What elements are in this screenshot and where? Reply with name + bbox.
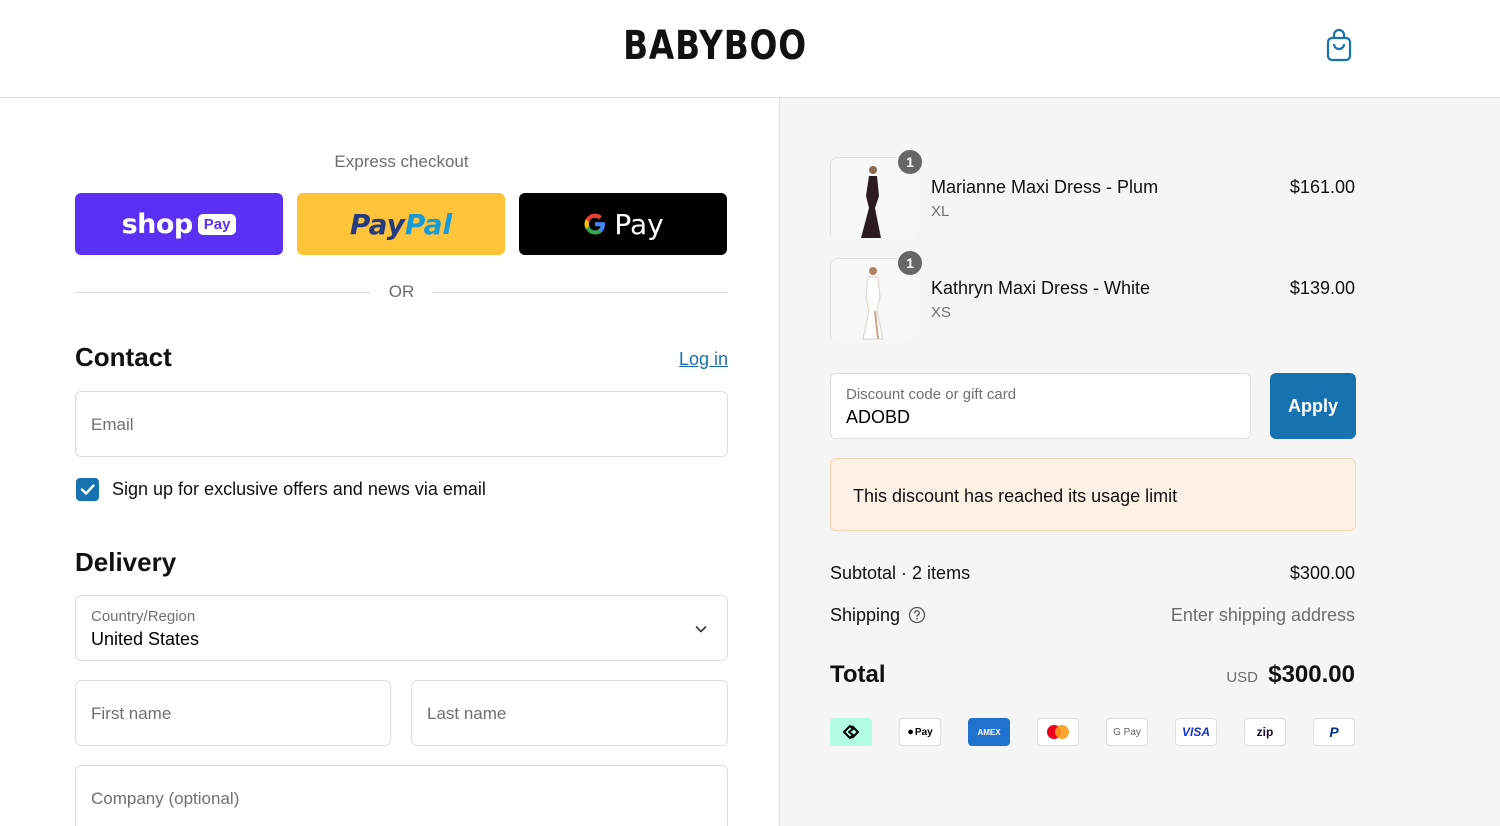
country-label: Country/Region (91, 608, 196, 625)
zip-icon: zip (1244, 718, 1286, 746)
email-placeholder: Email (91, 415, 134, 434)
country-value: United States (91, 629, 200, 649)
google-pay-button[interactable]: Pay (519, 193, 727, 255)
discount-label: Discount code or gift card (846, 386, 1017, 403)
paypal-icon: P (1313, 718, 1355, 746)
total-currency: USD (1226, 669, 1258, 686)
checkmark-icon (80, 484, 95, 495)
item-price: $161.00 (1289, 177, 1355, 197)
google-pay-icon: G Pay (1106, 718, 1148, 746)
item-variant: XL (931, 203, 950, 220)
store-logo[interactable]: BABYBOO (621, 22, 810, 70)
paypal-wordmark: PayPal (349, 207, 453, 241)
shipping-value: Enter shipping address (1170, 605, 1355, 625)
company-field[interactable]: Company (optional) (75, 765, 728, 826)
visa-icon: VISA (1175, 718, 1217, 746)
quantity-badge: 1 (896, 249, 924, 277)
shop-pay-pill: Pay (197, 213, 237, 235)
first-name-placeholder: First name (91, 704, 172, 723)
shipping-label: Shipping (830, 605, 901, 625)
google-g-icon (584, 213, 606, 235)
apply-discount-button[interactable]: Apply (1270, 373, 1356, 439)
amex-icon: AMEX (968, 718, 1010, 746)
header: BABYBOO (0, 0, 1500, 98)
product-thumbnail: 1 (830, 249, 924, 343)
newsletter-checkbox[interactable] (76, 478, 99, 501)
item-price: $139.00 (1289, 278, 1355, 298)
divider-line-right (432, 292, 728, 293)
order-summary: 1 Marianne Maxi Dress - Plum XL $161.00 … (779, 98, 1500, 826)
discount-error-text: This discount has reached its usage limi… (853, 486, 1178, 506)
mastercard-icon (1037, 718, 1079, 746)
apple-pay-icon: ● Pay (899, 718, 941, 746)
or-divider: OR (75, 281, 728, 303)
item-variant: XS (931, 304, 952, 321)
shopping-bag-icon[interactable] (1322, 28, 1356, 64)
total-value: $300.00 (1268, 661, 1355, 688)
discount-code-field[interactable]: Discount code or gift card ADOBD (830, 373, 1251, 439)
chevron-down-icon (695, 626, 707, 633)
total-label: Total (830, 661, 886, 688)
paypal-button[interactable]: PayPal (297, 193, 505, 255)
checkout-form: Express checkout shop Pay PayPal Pay OR … (0, 98, 779, 826)
first-name-field[interactable]: First name (75, 680, 391, 746)
country-select[interactable]: Country/Region United States (75, 595, 728, 661)
last-name-placeholder: Last name (427, 704, 507, 723)
newsletter-label: Sign up for exclusive offers and news vi… (112, 479, 486, 499)
company-placeholder: Company (optional) (91, 789, 240, 808)
login-link[interactable]: Log in (679, 349, 728, 370)
subtotal-label: Subtotal · 2 items (830, 563, 971, 583)
last-name-field[interactable]: Last name (411, 680, 728, 746)
discount-value: ADOBD (846, 407, 911, 427)
item-name: Marianne Maxi Dress - Plum (931, 177, 1159, 197)
email-field[interactable]: Email (75, 391, 728, 457)
afterpay-icon (830, 718, 872, 746)
question-circle-icon[interactable] (908, 606, 926, 624)
contact-heading: Contact (75, 342, 172, 372)
shop-pay-wordmark: shop (121, 208, 194, 240)
product-thumbnail: 1 (830, 148, 924, 242)
item-name: Kathryn Maxi Dress - White (931, 278, 1151, 298)
subtotal-value: $300.00 (1289, 563, 1355, 583)
delivery-heading: Delivery (75, 547, 177, 577)
google-pay-label: Pay (614, 207, 664, 241)
divider-line-left (75, 292, 371, 293)
express-checkout-title: Express checkout (334, 152, 469, 171)
discount-error-notice: This discount has reached its usage limi… (830, 458, 1356, 531)
quantity-badge: 1 (896, 148, 924, 176)
shop-pay-button[interactable]: shop Pay (75, 193, 283, 255)
or-label: OR (388, 282, 415, 301)
